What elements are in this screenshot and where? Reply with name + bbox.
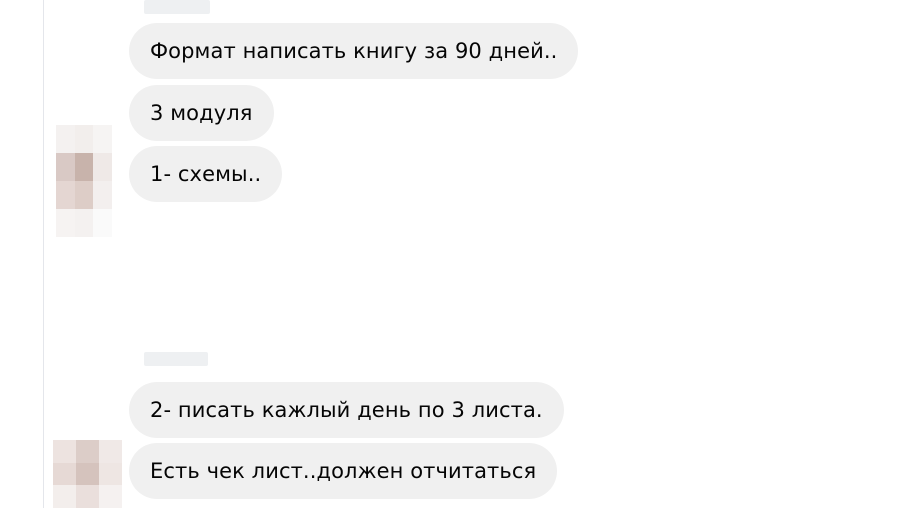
sender-avatar-icon[interactable] [56, 125, 112, 237]
message-text: 1- схемы.. [150, 162, 262, 186]
sender-name-redacted [144, 0, 210, 14]
message-bubble[interactable]: 1- схемы.. [129, 146, 283, 202]
message-bubble[interactable]: Есть чек лист..должен отчитаться [129, 443, 558, 499]
message-bubble[interactable]: 3 модуля [129, 85, 274, 141]
message-bubble[interactable]: Формат написать книгу за 90 дней.. [129, 23, 579, 79]
message-text: 2- писать кажлый день по 3 листа. [150, 398, 543, 422]
message-bubble[interactable]: 2- писать кажлый день по 3 листа. [129, 382, 564, 438]
message-text: 3 модуля [150, 101, 253, 125]
sender-name-redacted [144, 352, 208, 366]
message-text: Формат написать книгу за 90 дней.. [150, 39, 558, 63]
message-text: Есть чек лист..должен отчитаться [150, 459, 537, 483]
conversation-left-border [43, 0, 44, 508]
sender-avatar-icon[interactable] [53, 440, 122, 508]
